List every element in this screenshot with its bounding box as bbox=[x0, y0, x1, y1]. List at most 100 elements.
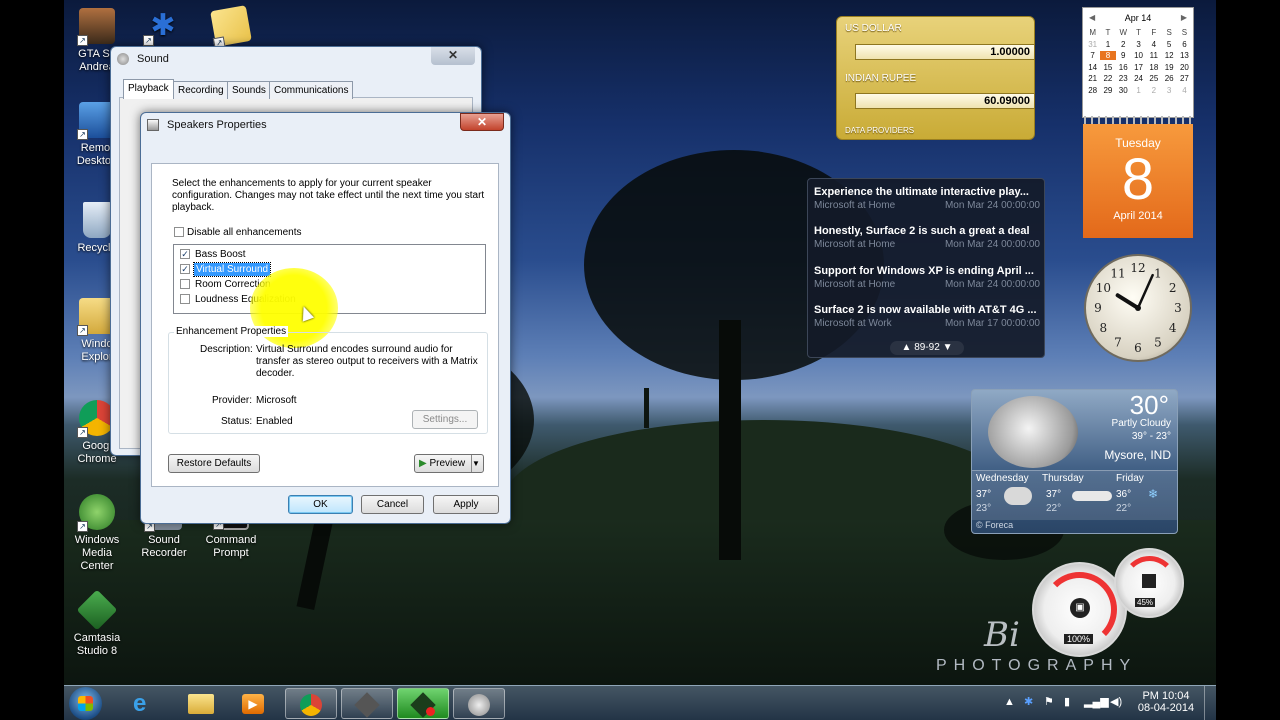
rss-item-title[interactable]: Support for Windows XP is ending April .… bbox=[814, 265, 1040, 277]
preview-button[interactable]: ▶ Preview ▼ bbox=[414, 454, 484, 473]
calendar-day[interactable]: 17 bbox=[1131, 63, 1146, 72]
calendar-day[interactable]: 29 bbox=[1100, 86, 1115, 95]
calendar-day[interactable]: 10 bbox=[1131, 51, 1146, 60]
calendar-day[interactable]: 20 bbox=[1177, 63, 1192, 72]
bluetooth-tray-icon[interactable]: ✱ bbox=[1024, 695, 1033, 708]
weather-credit[interactable]: © Foreca bbox=[976, 520, 1013, 530]
desktop-icon-media-center[interactable]: ↗ Windows Media Center bbox=[64, 494, 130, 573]
rss-item-title[interactable]: Honestly, Surface 2 is such a great a de… bbox=[814, 225, 1040, 237]
ok-button[interactable]: OK bbox=[288, 495, 353, 514]
taskbar-explorer[interactable] bbox=[174, 688, 226, 719]
calendar-day[interactable]: 28 bbox=[1085, 86, 1100, 95]
ram-meter-gadget[interactable]: 45% bbox=[1114, 548, 1184, 618]
calendar-day[interactable]: 24 bbox=[1131, 74, 1146, 83]
calendar-day[interactable]: 2 bbox=[1146, 86, 1161, 95]
taskbar-camtasia-recorder[interactable] bbox=[397, 688, 449, 719]
calendar-month-gadget[interactable]: ◀ Apr 14 ▶ M T W T F S S 31 1 2 3 4 5 6 7 8 9 10 11 12 13 14 1… bbox=[1082, 7, 1194, 118]
action-center-flag-icon[interactable]: ⚑ bbox=[1044, 695, 1054, 708]
calendar-day[interactable]: 4 bbox=[1146, 40, 1161, 49]
tab-sounds[interactable]: Sounds bbox=[227, 81, 271, 99]
volume-icon[interactable]: ◀) bbox=[1110, 695, 1122, 708]
chevron-down-icon[interactable]: ▼ bbox=[471, 455, 483, 472]
settings-button[interactable]: Settings... bbox=[412, 410, 478, 429]
currency-to-label[interactable]: INDIAN RUPEE bbox=[845, 73, 916, 84]
cpu-meter-gadget[interactable]: ▣ 100% bbox=[1032, 562, 1127, 657]
calendar-day-gadget[interactable]: Tuesday 8 April 2014 bbox=[1083, 124, 1193, 238]
calendar-day[interactable]: 4 bbox=[1177, 86, 1192, 95]
calendar-day[interactable]: 30 bbox=[1116, 86, 1131, 95]
start-button[interactable] bbox=[69, 687, 102, 720]
calendar-day[interactable]: 5 bbox=[1162, 40, 1177, 49]
cancel-button[interactable]: Cancel bbox=[361, 495, 424, 514]
calendar-day[interactable]: 23 bbox=[1116, 74, 1131, 83]
rss-item[interactable]: Honestly, Surface 2 is such a great a de… bbox=[814, 225, 1040, 250]
taskbar-ie[interactable]: e bbox=[120, 688, 172, 719]
tab-recording[interactable]: Recording bbox=[173, 81, 229, 99]
bass-boost-checkbox[interactable]: ✓ bbox=[180, 249, 190, 259]
next-icon[interactable]: ▼ bbox=[943, 342, 953, 353]
rss-item-title[interactable]: Experience the ultimate interactive play… bbox=[814, 186, 1040, 198]
rss-item[interactable]: Experience the ultimate interactive play… bbox=[814, 186, 1040, 211]
taskbar-chrome[interactable] bbox=[285, 688, 337, 719]
calendar-day[interactable]: 16 bbox=[1116, 63, 1131, 72]
calendar-day[interactable]: 27 bbox=[1177, 74, 1192, 83]
speakers-properties-dialog[interactable]: Speakers Properties ✕ Select the enhance… bbox=[140, 112, 511, 524]
desktop-icon-camtasia[interactable]: Camtasia Studio 8 bbox=[64, 589, 130, 658]
disable-all-checkbox[interactable] bbox=[174, 227, 184, 237]
rss-item-title[interactable]: Surface 2 is now available with AT&T 4G … bbox=[814, 304, 1040, 316]
calendar-day[interactable]: 31 bbox=[1085, 40, 1100, 49]
calendar-day[interactable]: 14 bbox=[1085, 63, 1100, 72]
calendar-day[interactable]: 7 bbox=[1085, 51, 1100, 60]
rss-item[interactable]: Support for Windows XP is ending April .… bbox=[814, 265, 1040, 290]
room-correction-checkbox[interactable] bbox=[180, 279, 190, 289]
calendar-day[interactable]: 11 bbox=[1146, 51, 1161, 60]
currency-from-value[interactable]: 1.00000 bbox=[855, 44, 1035, 60]
tab-playback[interactable]: Playback bbox=[123, 79, 174, 99]
calendar-day[interactable]: 2 bbox=[1116, 40, 1131, 49]
currency-gadget[interactable]: US DOLLAR 1.00000 INDIAN RUPEE 60.09000 … bbox=[836, 16, 1035, 140]
system-clock[interactable]: PM 10:04 08-04-2014 bbox=[1136, 690, 1196, 714]
power-icon[interactable]: ▮ bbox=[1064, 695, 1070, 708]
taskbar-camtasia[interactable] bbox=[341, 688, 393, 719]
calendar-day[interactable]: 1 bbox=[1131, 86, 1146, 95]
calendar-day[interactable]: 13 bbox=[1177, 51, 1192, 60]
calendar-day[interactable]: 8 bbox=[1100, 51, 1116, 61]
next-month-icon[interactable]: ▶ bbox=[1181, 13, 1187, 22]
calendar-day[interactable]: 12 bbox=[1162, 51, 1177, 60]
calendar-day[interactable]: 19 bbox=[1162, 63, 1177, 72]
sound-window-titlebar[interactable]: Sound ✕ bbox=[111, 47, 481, 71]
rss-feed-gadget[interactable]: Experience the ultimate interactive play… bbox=[807, 178, 1045, 358]
disable-all-label[interactable]: Disable all enhancements bbox=[187, 227, 302, 238]
currency-to-value[interactable]: 60.09000 bbox=[855, 93, 1035, 109]
calendar-day[interactable]: 21 bbox=[1085, 74, 1100, 83]
bass-boost-label[interactable]: Bass Boost bbox=[195, 249, 246, 260]
speakers-close-button[interactable]: ✕ bbox=[460, 113, 504, 131]
loudness-equalization-checkbox[interactable] bbox=[180, 294, 190, 304]
calendar-day[interactable]: 3 bbox=[1131, 40, 1146, 49]
rss-item[interactable]: Surface 2 is now available with AT&T 4G … bbox=[814, 304, 1040, 329]
clock-gadget[interactable]: 1 2 3 4 5 6 7 8 9 10 11 12 bbox=[1084, 254, 1192, 362]
speakers-dialog-titlebar[interactable]: Speakers Properties ✕ bbox=[141, 113, 510, 137]
taskbar-sound[interactable] bbox=[453, 688, 505, 719]
calendar-day[interactable]: 15 bbox=[1100, 63, 1115, 72]
virtual-surround-label[interactable]: Virtual Surround bbox=[192, 262, 272, 277]
weather-gadget[interactable]: 30° Partly Cloudy 39° - 23° Mysore, IND … bbox=[971, 389, 1178, 534]
desktop-icon-bluetooth[interactable]: ✱ ↗ bbox=[130, 8, 196, 48]
show-hidden-icons[interactable]: ▲ bbox=[1004, 696, 1015, 708]
tab-communications[interactable]: Communications bbox=[269, 81, 354, 99]
data-providers-link[interactable]: DATA PROVIDERS bbox=[845, 126, 914, 135]
network-signal-icon[interactable]: ▂▄▆ bbox=[1084, 695, 1109, 708]
calendar-day[interactable]: 22 bbox=[1100, 74, 1115, 83]
restore-defaults-button[interactable]: Restore Defaults bbox=[168, 454, 260, 473]
calendar-day[interactable]: 18 bbox=[1146, 63, 1161, 72]
show-desktop-button[interactable] bbox=[1204, 686, 1216, 720]
currency-from-label[interactable]: US DOLLAR bbox=[845, 23, 902, 34]
calendar-day[interactable]: 1 bbox=[1100, 40, 1115, 49]
rss-pager[interactable]: ▲ 89-92 ▼ bbox=[890, 341, 964, 355]
virtual-surround-checkbox[interactable]: ✓ bbox=[180, 264, 190, 274]
apply-button[interactable]: Apply bbox=[433, 495, 499, 514]
taskbar-media-player[interactable]: ▶ bbox=[228, 688, 280, 719]
sound-close-button[interactable]: ✕ bbox=[431, 47, 475, 65]
calendar-day[interactable]: 9 bbox=[1116, 51, 1131, 60]
calendar-day[interactable]: 25 bbox=[1146, 74, 1161, 83]
